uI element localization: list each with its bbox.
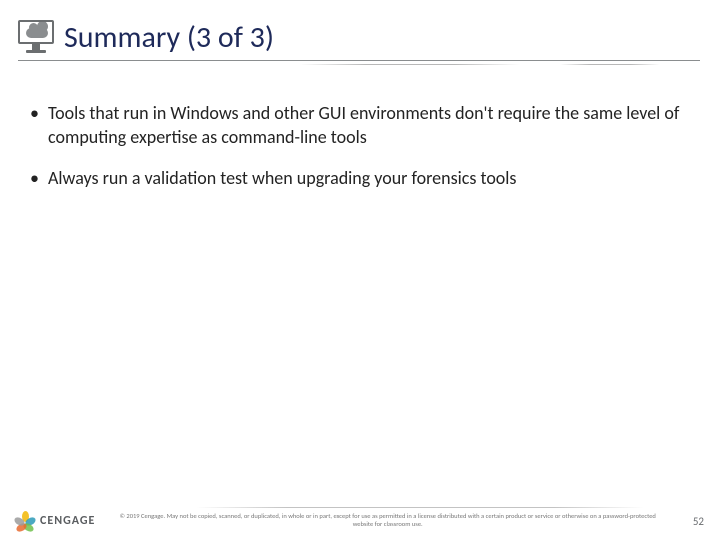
- brand-logo-group: CENGAGE: [16, 512, 95, 530]
- slide: Summary (3 of 3) Tools that run in Windo…: [0, 0, 720, 540]
- slide-footer: CENGAGE © 2019 Cengage. May not be copie…: [0, 507, 720, 534]
- slide-body: Tools that run in Windows and other GUI …: [0, 73, 720, 540]
- footer-row: CENGAGE © 2019 Cengage. May not be copie…: [16, 512, 704, 530]
- bullet-item: Tools that run in Windows and other GUI …: [30, 101, 690, 150]
- page-number: 52: [680, 515, 704, 528]
- decorative-rule: [196, 507, 644, 508]
- decorative-rule: [300, 64, 520, 65]
- bullet-item: Always run a validation test when upgrad…: [30, 166, 690, 190]
- slide-header: Summary (3 of 3): [0, 0, 720, 73]
- brand-name: CENGAGE: [40, 514, 95, 528]
- decorative-rule: [560, 64, 660, 65]
- cengage-flower-icon: [16, 512, 34, 530]
- slide-title: Summary (3 of 3): [64, 21, 274, 54]
- header-row: Summary (3 of 3): [18, 20, 700, 54]
- copyright-text: © 2019 Cengage. May not be copied, scann…: [105, 513, 670, 529]
- bullet-list: Tools that run in Windows and other GUI …: [30, 101, 690, 190]
- monitor-cloud-icon: [18, 20, 54, 54]
- decorative-subrules: [18, 61, 700, 65]
